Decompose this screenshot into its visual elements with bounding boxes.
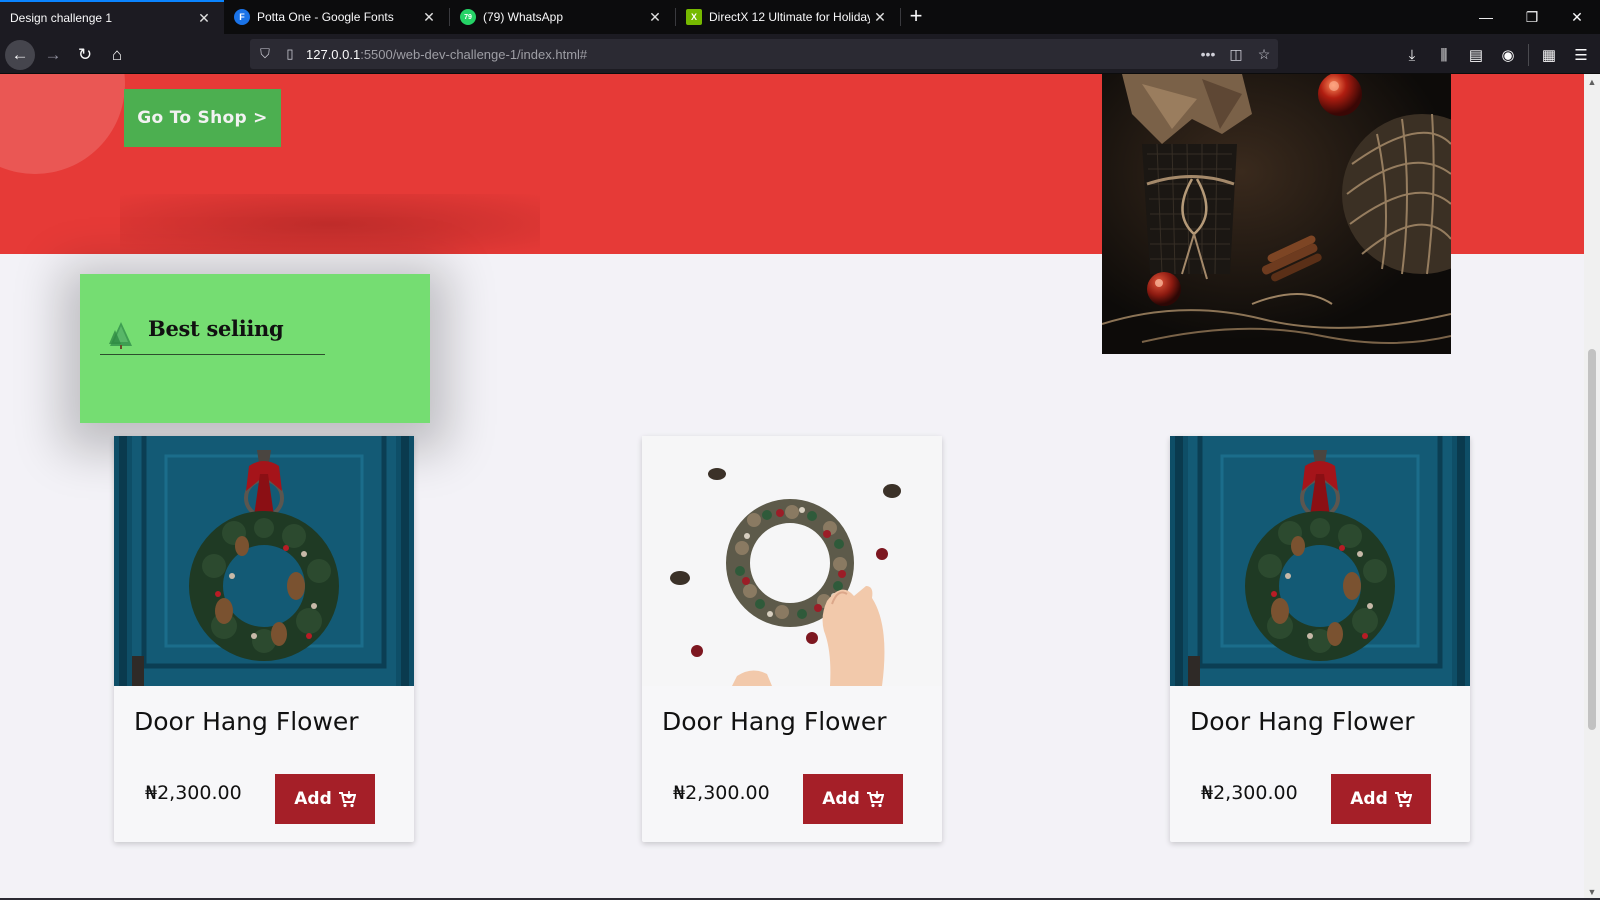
add-label: Add (294, 789, 332, 809)
product-card: Door Hang Flower ₦2,300.00 Add (114, 436, 414, 842)
tab-directx[interactable]: X DirectX 12 Ultimate for Holiday ✕ (676, 0, 900, 34)
restore-icon[interactable]: ❐ (1509, 0, 1555, 34)
tab-title: DirectX 12 Ultimate for Holiday (709, 10, 870, 24)
close-icon[interactable]: ✕ (194, 10, 214, 27)
home-icon[interactable]: ⌂ (102, 40, 132, 70)
tab-whatsapp[interactable]: 79 (79) WhatsApp ✕ (450, 0, 675, 34)
close-window-icon[interactable]: ✕ (1554, 0, 1600, 34)
nvidia-icon: X (686, 9, 702, 25)
tab-title: Potta One - Google Fonts (257, 10, 394, 24)
menu-icon[interactable]: ☰ (1568, 42, 1594, 68)
tab-divider (900, 8, 901, 26)
toolbar-divider (1528, 44, 1529, 66)
product-card: Door Hang Flower ₦2,300.00 Add (1170, 436, 1470, 842)
google-fonts-icon: F (234, 9, 250, 25)
add-label: Add (1350, 789, 1388, 809)
add-to-cart-button[interactable]: Add (1331, 774, 1431, 824)
bookmark-star-icon[interactable]: ☆ (1250, 46, 1278, 63)
add-label: Add (822, 789, 860, 809)
whatsapp-icon: 79 (460, 9, 476, 25)
shield-icon[interactable]: ⛉ (250, 46, 280, 62)
new-tab-button[interactable]: + (904, 4, 928, 30)
hero-shadow (120, 194, 540, 254)
pocket-icon[interactable]: ◫ (1222, 46, 1250, 63)
product-card: Door Hang Flower ₦2,300.00 Add (642, 436, 942, 842)
tab-title: (79) WhatsApp (483, 10, 564, 24)
add-to-cart-button[interactable]: Add (275, 774, 375, 824)
url-text[interactable]: 127.0.0.1:5500/web-dev-challenge-1/index… (300, 47, 1194, 62)
add-to-cart-button[interactable]: Add (803, 774, 903, 824)
nav-bar: ← → ↻ ⌂ ⛉ ▯ 127.0.0.1:5500/web-dev-chall… (0, 34, 1600, 74)
account-icon[interactable]: ◉ (1495, 42, 1521, 68)
forward-icon[interactable]: → (38, 40, 68, 70)
page-viewport: Go To Shop > Best seliing Door Hang Flow… (0, 74, 1584, 900)
product-name: Door Hang Flower (1190, 707, 1415, 736)
product-name: Door Hang Flower (662, 707, 887, 736)
download-icon[interactable]: ⤓ (1399, 42, 1425, 68)
library-icon[interactable]: ⫼ (1431, 42, 1457, 68)
blue-door-wreath-image (114, 436, 414, 686)
product-price: ₦2,300.00 (145, 782, 242, 804)
tab-design-challenge[interactable]: Design challenge 1 ✕ (0, 0, 224, 34)
white-wreath-image (642, 436, 942, 686)
url-bar[interactable]: ⛉ ▯ 127.0.0.1:5500/web-dev-challenge-1/i… (250, 39, 1278, 69)
christmas-still-life-image (1102, 74, 1451, 354)
close-icon[interactable]: ✕ (645, 9, 665, 26)
cart-icon (866, 790, 884, 807)
tab-bar: Design challenge 1 ✕ F Potta One - Googl… (0, 0, 1600, 34)
page-icon[interactable]: ▯ (280, 46, 300, 62)
back-icon[interactable]: ← (5, 40, 35, 70)
decorative-circle (0, 74, 125, 174)
best-selling-heading: Best seliing (148, 316, 284, 341)
pine-tree-icon (109, 322, 132, 349)
go-to-shop-button[interactable]: Go To Shop > (124, 89, 281, 147)
sidebar-icon[interactable]: ▤ (1463, 42, 1489, 68)
product-price: ₦2,300.00 (1201, 782, 1298, 804)
minimize-icon[interactable]: — (1463, 0, 1509, 34)
heading-underline (100, 354, 325, 355)
extensions-icon[interactable]: ▦ (1536, 42, 1562, 68)
hero-image (1102, 74, 1451, 354)
tab-google-fonts[interactable]: F Potta One - Google Fonts ✕ (224, 0, 449, 34)
product-image[interactable] (114, 436, 414, 686)
scroll-up-icon[interactable]: ▲ (1584, 74, 1600, 90)
blue-door-wreath-image (1170, 436, 1470, 686)
close-icon[interactable]: ✕ (870, 9, 890, 26)
tab-title: Design challenge 1 (10, 11, 113, 25)
best-selling-card: Best seliing (80, 274, 430, 423)
more-actions-icon[interactable]: ••• (1194, 46, 1222, 62)
product-image[interactable] (642, 436, 942, 686)
product-price: ₦2,300.00 (673, 782, 770, 804)
reload-icon[interactable]: ↻ (70, 40, 100, 70)
close-icon[interactable]: ✕ (419, 9, 439, 26)
product-image[interactable] (1170, 436, 1470, 686)
cart-icon (1394, 790, 1412, 807)
cart-icon (338, 790, 356, 807)
scrollbar-thumb[interactable] (1588, 349, 1596, 730)
product-name: Door Hang Flower (134, 707, 359, 736)
